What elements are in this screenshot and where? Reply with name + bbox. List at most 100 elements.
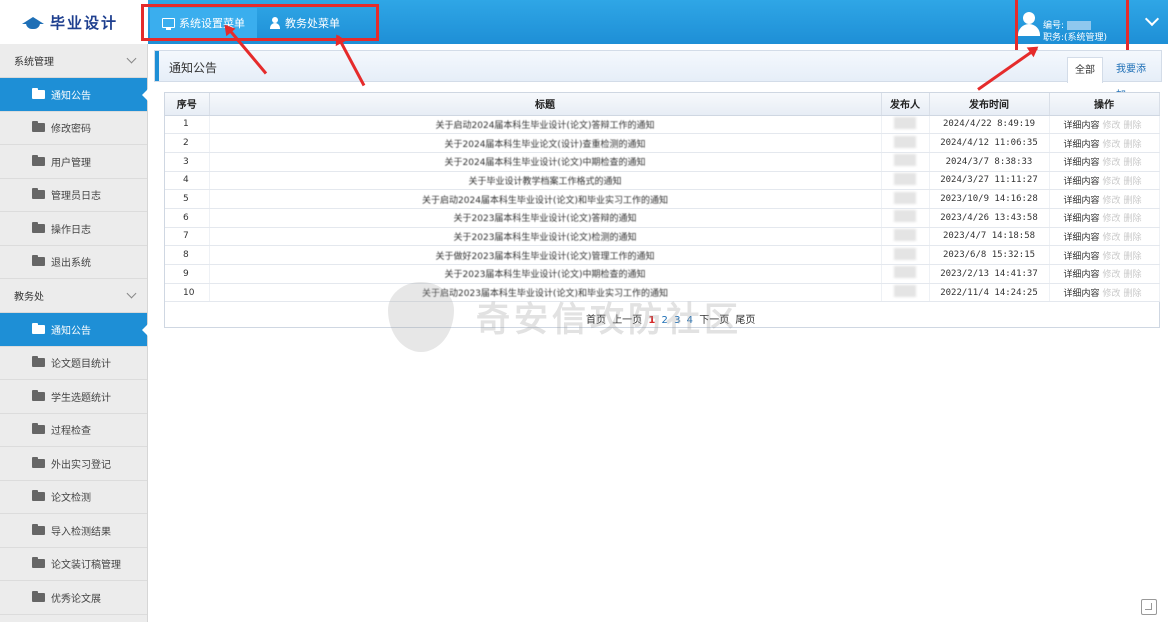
row-title-text: 关于2024届本科生毕业设计(论文)中期检查的通知 xyxy=(444,158,646,169)
row-title[interactable]: 关于做好2023届本科生毕业设计(论文)管理工作的通知 xyxy=(209,245,882,265)
row-title[interactable]: 关于启动2024届本科生毕业设计(论文)和毕业实习工作的通知 xyxy=(209,189,882,209)
pagination: 首页 上一页 1 2 3 4 下一页 尾页 xyxy=(586,311,758,326)
row-title[interactable]: 关于2023届本科生毕业设计(论文)答辩的通知 xyxy=(209,208,882,228)
col-header-idx: 序号 xyxy=(165,93,210,116)
pager-page-3[interactable]: 3 xyxy=(674,315,680,326)
detail-link[interactable]: 详细内容 xyxy=(1063,177,1099,187)
sidebar-group-system[interactable]: 系统管理 xyxy=(0,44,147,78)
sidebar-item-user-management[interactable]: 用户管理 xyxy=(0,145,147,179)
tab-add[interactable]: 我要添加 xyxy=(1109,57,1161,101)
delete-link[interactable]: 删除 xyxy=(1124,140,1142,150)
delete-link[interactable]: 删除 xyxy=(1124,196,1142,206)
folder-icon xyxy=(32,490,45,502)
edit-link[interactable]: 修改 xyxy=(1102,270,1120,280)
row-time: 2023/4/7 14:18:58 xyxy=(929,227,1050,247)
detail-link[interactable]: 详细内容 xyxy=(1063,121,1099,131)
folder-icon xyxy=(32,557,45,569)
table-row: 6 关于2023届本科生毕业设计(论文)答辩的通知 2023/4/26 13:4… xyxy=(165,208,1160,228)
notice-table: 序号 标题 发布人 发布时间 操作 1 关于启动2024届本科生毕业设计(论文)… xyxy=(164,92,1160,328)
detail-link[interactable]: 详细内容 xyxy=(1063,214,1099,224)
edit-link[interactable]: 修改 xyxy=(1102,158,1120,168)
sidebar-item-process-check[interactable]: 过程检查 xyxy=(0,414,147,447)
sidebar-item-student-topic-stats[interactable]: 学生选题统计 xyxy=(0,380,147,414)
row-title[interactable]: 关于2023届本科生毕业设计(论文)中期检查的通知 xyxy=(209,264,882,284)
delete-link[interactable]: 删除 xyxy=(1124,121,1142,131)
sidebar-item-academic-notices[interactable]: 通知公告 xyxy=(0,313,148,347)
delete-link[interactable]: 删除 xyxy=(1124,233,1142,243)
pager-last[interactable]: 尾页 xyxy=(735,315,755,326)
row-ops: 详细内容 修改 删除 xyxy=(1049,245,1160,265)
row-title-text: 关于2023届本科生毕业设计(论文)中期检查的通知 xyxy=(444,270,646,281)
edit-link[interactable]: 修改 xyxy=(1102,289,1120,299)
row-publisher xyxy=(881,283,930,303)
col-header-publisher: 发布人 xyxy=(881,93,930,116)
row-title[interactable]: 关于毕业设计教学档案工作格式的通知 xyxy=(209,171,882,191)
table-row: 1 关于启动2024届本科生毕业设计(论文)答辩工作的通知 2024/4/22 … xyxy=(165,115,1160,135)
sidebar-item-import-results[interactable]: 导入检测结果 xyxy=(0,514,147,548)
delete-link[interactable]: 删除 xyxy=(1124,252,1142,262)
tab-all[interactable]: 全部 xyxy=(1067,57,1103,83)
detail-link[interactable]: 详细内容 xyxy=(1063,140,1099,150)
pager-page-4[interactable]: 4 xyxy=(687,315,693,326)
sidebar-item-admin-log[interactable]: 管理员日志 xyxy=(0,179,147,212)
row-title-text: 关于启动2023届本科生毕业设计(论文)和毕业实习工作的通知 xyxy=(422,289,668,300)
chevron-down-icon[interactable] xyxy=(1146,14,1158,26)
folder-icon xyxy=(32,389,45,401)
edit-link[interactable]: 修改 xyxy=(1102,140,1120,150)
sidebar-item-label: 退出系统 xyxy=(51,258,91,270)
detail-link[interactable]: 详细内容 xyxy=(1063,252,1099,262)
detail-link[interactable]: 详细内容 xyxy=(1063,158,1099,168)
folder-icon xyxy=(32,456,45,468)
pager-next[interactable]: 下一页 xyxy=(699,315,729,326)
edit-link[interactable]: 修改 xyxy=(1102,233,1120,243)
delete-link[interactable]: 删除 xyxy=(1124,270,1142,280)
row-title[interactable]: 关于启动2024届本科生毕业设计(论文)答辩工作的通知 xyxy=(209,115,882,135)
detail-link[interactable]: 详细内容 xyxy=(1063,270,1099,280)
pager-page-1[interactable]: 1 xyxy=(648,315,655,326)
row-title[interactable]: 关于2024届本科生毕业设计(论文)中期检查的通知 xyxy=(209,152,882,172)
edit-link[interactable]: 修改 xyxy=(1102,252,1120,262)
detail-link[interactable]: 详细内容 xyxy=(1063,233,1099,243)
row-idx: 1 xyxy=(165,115,210,135)
resize-icon[interactable] xyxy=(1141,599,1157,615)
pager-page-2[interactable]: 2 xyxy=(662,315,668,326)
row-title-text: 关于启动2024届本科生毕业设计(论文)答辩工作的通知 xyxy=(435,120,655,131)
detail-link[interactable]: 详细内容 xyxy=(1063,196,1099,206)
detail-link[interactable]: 详细内容 xyxy=(1063,289,1099,299)
sidebar-item-internship-registration[interactable]: 外出实习登记 xyxy=(0,447,147,481)
pager-first[interactable]: 首页 xyxy=(586,315,606,326)
row-title[interactable]: 关于启动2023届本科生毕业设计(论文)和毕业实习工作的通知 xyxy=(209,283,882,303)
sidebar-item-thesis-topic-stats[interactable]: 论文题目统计 xyxy=(0,347,147,380)
pager-prev[interactable]: 上一页 xyxy=(612,315,642,326)
row-title[interactable]: 关于2023届本科生毕业设计(论文)检测的通知 xyxy=(209,227,882,247)
folder-icon xyxy=(32,423,45,435)
delete-link[interactable]: 删除 xyxy=(1124,214,1142,224)
edit-link[interactable]: 修改 xyxy=(1102,196,1120,206)
folder-icon xyxy=(32,523,45,535)
delete-link[interactable]: 删除 xyxy=(1124,289,1142,299)
sidebar-item-label: 用户管理 xyxy=(51,157,91,169)
sidebar-item-thesis-check[interactable]: 论文检测 xyxy=(0,481,147,514)
folder-icon xyxy=(32,590,45,602)
delete-link[interactable]: 删除 xyxy=(1124,177,1142,187)
row-idx: 8 xyxy=(165,245,210,265)
sidebar-group-academic[interactable]: 教务处 xyxy=(0,279,147,313)
edit-link[interactable]: 修改 xyxy=(1102,177,1120,187)
row-idx: 7 xyxy=(165,227,210,247)
edit-link[interactable]: 修改 xyxy=(1102,214,1120,224)
row-ops: 详细内容 修改 删除 xyxy=(1049,264,1160,284)
row-title[interactable]: 关于2024届本科生毕业论文(设计)查重检测的通知 xyxy=(209,133,882,153)
row-time: 2023/6/8 15:32:15 xyxy=(929,245,1050,265)
sidebar-item-binding-management[interactable]: 论文装订稿管理 xyxy=(0,548,147,581)
row-ops: 详细内容 修改 删除 xyxy=(1049,133,1160,153)
sidebar-item-change-password[interactable]: 修改密码 xyxy=(0,112,147,145)
row-publisher xyxy=(881,171,930,191)
sidebar-item-logout[interactable]: 退出系统 xyxy=(0,246,147,279)
publisher-redacted xyxy=(894,247,916,260)
folder-icon xyxy=(32,221,45,233)
delete-link[interactable]: 删除 xyxy=(1124,158,1142,168)
sidebar-item-excellent-theses[interactable]: 优秀论文展 xyxy=(0,581,147,615)
edit-link[interactable]: 修改 xyxy=(1102,121,1120,131)
sidebar-item-operation-log[interactable]: 操作日志 xyxy=(0,212,147,246)
sidebar-item-notices[interactable]: 通知公告 xyxy=(0,78,148,112)
